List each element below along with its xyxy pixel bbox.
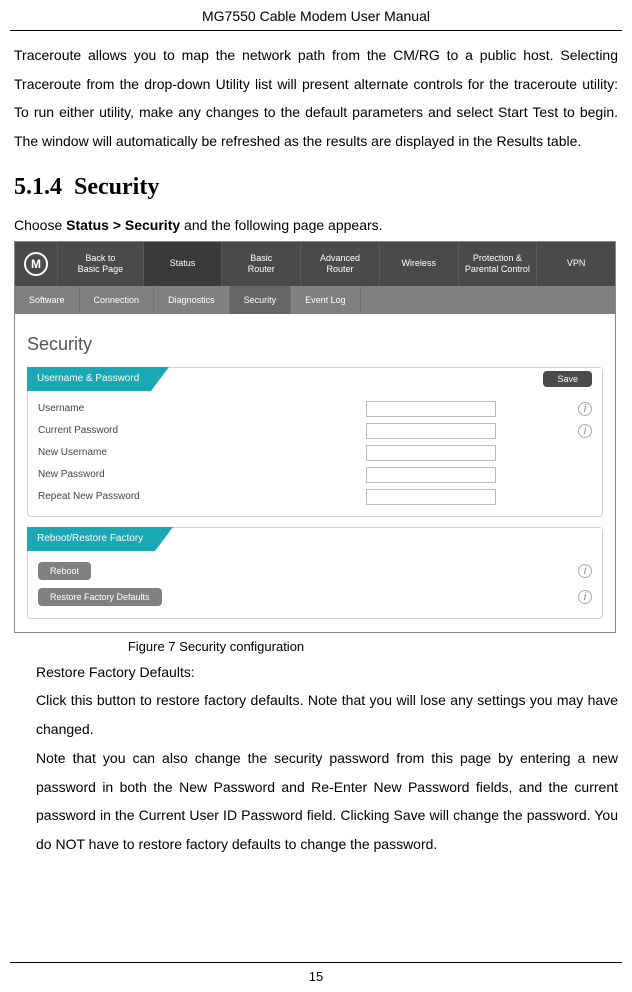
top-nav: M Back to Basic Page Status Basic Router… [15,242,615,286]
reboot-restore-panel: Reboot/Restore Factory Reboot i Restore … [27,527,603,619]
subnav-diagnostics[interactable]: Diagnostics [154,286,230,314]
username-password-panel: Username & Password Save Username i Curr… [27,367,603,517]
nav-basic-router[interactable]: Basic Router [221,242,300,286]
panel-title-reboot: Reboot/Restore Factory [27,527,155,551]
section-number: 5.1.4 [14,174,62,200]
label-current-password: Current Password [38,425,366,436]
input-new-username[interactable] [366,445,496,461]
page-header: MG7550 Cable Modem User Manual [10,0,622,31]
label-new-username: New Username [38,447,366,458]
sub-nav: Software Connection Diagnostics Security… [15,286,615,314]
subnav-software[interactable]: Software [15,286,80,314]
label-username: Username [38,403,366,414]
nav-advanced-router[interactable]: Advanced Router [300,242,379,286]
nav-protection[interactable]: Protection & Parental Control [458,242,537,286]
traceroute-paragraph: Traceroute allows you to map the network… [14,41,618,156]
input-current-password[interactable] [366,423,496,439]
label-repeat-new-password: Repeat New Password [38,491,366,502]
restore-paragraph: Click this button to restore factory def… [36,686,618,743]
page-title: Security [27,334,603,355]
info-icon[interactable]: i [578,424,592,438]
page-number: 15 [0,962,632,984]
security-page-screenshot: M Back to Basic Page Status Basic Router… [14,241,616,633]
subnav-connection[interactable]: Connection [80,286,155,314]
subnav-security[interactable]: Security [230,286,292,314]
input-repeat-new-password[interactable] [366,489,496,505]
save-button[interactable]: Save [543,371,592,387]
note-paragraph: Note that you can also change the securi… [36,744,618,859]
input-new-password[interactable] [366,467,496,483]
info-icon[interactable]: i [578,590,592,604]
figure-caption: Figure 7 Security configuration [14,639,618,654]
section-heading: 5.1.4 Security [14,174,618,201]
reboot-button[interactable]: Reboot [38,562,91,580]
restore-section: Restore Factory Defaults: Click this but… [14,658,618,859]
motorola-logo-icon: M [24,252,48,276]
restore-title: Restore Factory Defaults: [36,658,618,687]
label-new-password: New Password [38,469,366,480]
nav-vpn[interactable]: VPN [536,242,615,286]
nav-wireless[interactable]: Wireless [379,242,458,286]
info-icon[interactable]: i [578,402,592,416]
input-username[interactable] [366,401,496,417]
choose-instruction: Choose Status > Security and the followi… [14,217,618,233]
logo: M [15,242,57,286]
nav-status[interactable]: Status [143,242,222,286]
section-title: Security [74,174,159,200]
info-icon[interactable]: i [578,564,592,578]
nav-back-to-basic[interactable]: Back to Basic Page [57,242,143,286]
subnav-event-log[interactable]: Event Log [291,286,361,314]
restore-factory-button[interactable]: Restore Factory Defaults [38,588,162,606]
panel-title-username: Username & Password [27,367,151,391]
